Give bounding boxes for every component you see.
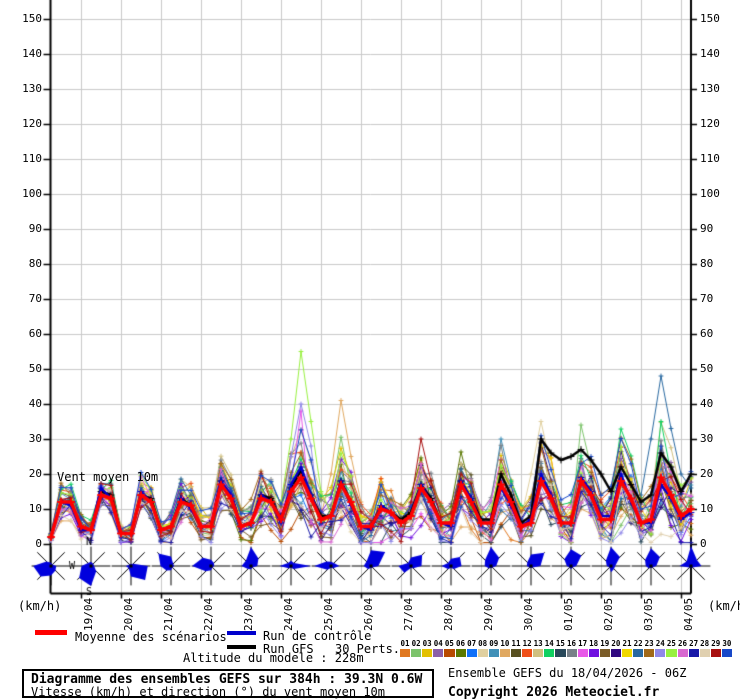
y-tick-label: 60	[700, 327, 714, 340]
y-tick-label: 100	[700, 187, 720, 200]
y-tick-label: 140	[22, 47, 42, 60]
y-tick-label: 70	[28, 292, 42, 305]
y-tick-label: 10	[28, 502, 42, 515]
y-tick-label: 110	[22, 152, 42, 165]
y-tick-label: 20	[700, 467, 714, 480]
y-tick-label: 140	[700, 47, 720, 60]
y-tick-label: 60	[28, 327, 42, 340]
x-date-label: 21/04	[162, 597, 175, 631]
wind-annotation: Vent moyen 10m	[57, 470, 159, 484]
y-tick-label: 100	[22, 187, 42, 200]
x-date-label: 26/04	[362, 597, 375, 631]
y-tick-label: 50	[28, 362, 42, 375]
y-tick-label: 40	[700, 397, 714, 410]
legend-mean-label: Moyenne des scénarios	[75, 630, 227, 644]
x-date-label: 28/04	[442, 597, 455, 631]
legend-gfs-line-swatch	[227, 645, 256, 649]
pert-color-swatch	[666, 649, 677, 657]
y-tick-label: 110	[700, 152, 720, 165]
y-tick-label: 130	[22, 82, 42, 95]
legend-control-line-swatch	[227, 631, 256, 635]
x-date-label: 04/05	[682, 597, 695, 631]
pert-color-swatch	[455, 649, 466, 657]
x-date-label: 27/04	[402, 597, 415, 631]
pert-color-swatch	[511, 649, 522, 657]
pert-color-swatch	[588, 649, 599, 657]
pert-color-swatch	[477, 649, 488, 657]
gefs-ensemble-diagram: 0 0 10 10 20 20 30 30 40 40 50 50 60 60 70 70 80 80 90 90 10…	[0, 0, 740, 700]
pert-color-swatch	[677, 649, 688, 657]
y-tick-label: 30	[28, 432, 42, 445]
y-tick-label: 0	[700, 537, 707, 550]
y-axis-unit-left: (km/h)	[18, 599, 62, 613]
pert-color-swatch	[433, 649, 444, 657]
run-info: Ensemble GEFS du 18/04/2026 - 06Z	[448, 666, 687, 680]
x-date-label: 25/04	[322, 597, 335, 631]
y-tick-label: 40	[28, 397, 42, 410]
pert-color-swatch	[555, 649, 566, 657]
pert-color-swatch	[721, 649, 733, 657]
y-tick-label: 10	[700, 502, 714, 515]
pert-color-swatch	[422, 649, 433, 657]
y-axis-unit-right: (km/h)	[708, 599, 740, 613]
pert-number: 30	[722, 639, 732, 648]
pert-color-swatch	[444, 649, 455, 657]
pert-color-swatch	[400, 649, 411, 657]
pert-color-swatch	[644, 649, 655, 657]
x-date-label: 22/04	[202, 597, 215, 631]
title-box: Diagramme des ensembles GEFS sur 384h : …	[22, 669, 434, 699]
y-tick-label: 80	[700, 257, 714, 270]
ensemble-chart-canvas	[0, 0, 740, 604]
y-tick-label: 70	[700, 292, 714, 305]
pert-color-swatch	[533, 649, 544, 657]
y-tick-label: 0	[35, 537, 42, 550]
altitude-label: Altitude du modele : 228m	[183, 651, 364, 665]
x-date-label: 01/05	[562, 597, 575, 631]
pert-color-swatch	[688, 649, 699, 657]
x-date-label: 24/04	[282, 597, 295, 631]
legend-mean-line-swatch	[35, 630, 67, 635]
y-tick-label: 80	[28, 257, 42, 270]
pert-color-swatch	[622, 649, 633, 657]
x-date-label: 23/04	[242, 597, 255, 631]
x-date-label: 02/05	[602, 597, 615, 631]
copyright: Copyright 2026 Meteociel.fr	[448, 685, 660, 700]
pert-color-swatch	[655, 649, 666, 657]
pert-color-swatch	[599, 649, 610, 657]
pert-color-swatch	[411, 649, 422, 657]
pert-color-swatch	[699, 649, 710, 657]
y-tick-label: 150	[22, 12, 42, 25]
diagram-subtitle: Vitesse (km/h) et direction (°) du vent …	[31, 685, 386, 699]
y-tick-label: 30	[700, 432, 714, 445]
y-tick-label: 90	[700, 222, 714, 235]
x-date-label: 20/04	[122, 597, 135, 631]
pert-color-swatch	[522, 649, 533, 657]
pert-color-swatch	[577, 649, 588, 657]
y-tick-label: 120	[700, 117, 720, 130]
pert-color-swatch	[566, 649, 577, 657]
pert-color-swatch	[610, 649, 622, 657]
y-tick-label: 90	[28, 222, 42, 235]
y-tick-label: 130	[700, 82, 720, 95]
pert-color-swatch	[710, 649, 721, 657]
pert-color-swatch	[499, 649, 511, 657]
y-tick-label: 120	[22, 117, 42, 130]
pert-color-swatch	[466, 649, 477, 657]
x-date-label: 30/04	[522, 597, 535, 631]
y-tick-label: 50	[700, 362, 714, 375]
pert-color-swatch	[488, 649, 499, 657]
x-date-label: 29/04	[482, 597, 495, 631]
pert-color-swatch	[544, 649, 555, 657]
pert-color-swatch	[633, 649, 644, 657]
y-tick-label: 20	[28, 467, 42, 480]
x-date-label: 19/04	[82, 597, 95, 631]
y-tick-label: 150	[700, 12, 720, 25]
x-date-label: 03/05	[642, 597, 655, 631]
